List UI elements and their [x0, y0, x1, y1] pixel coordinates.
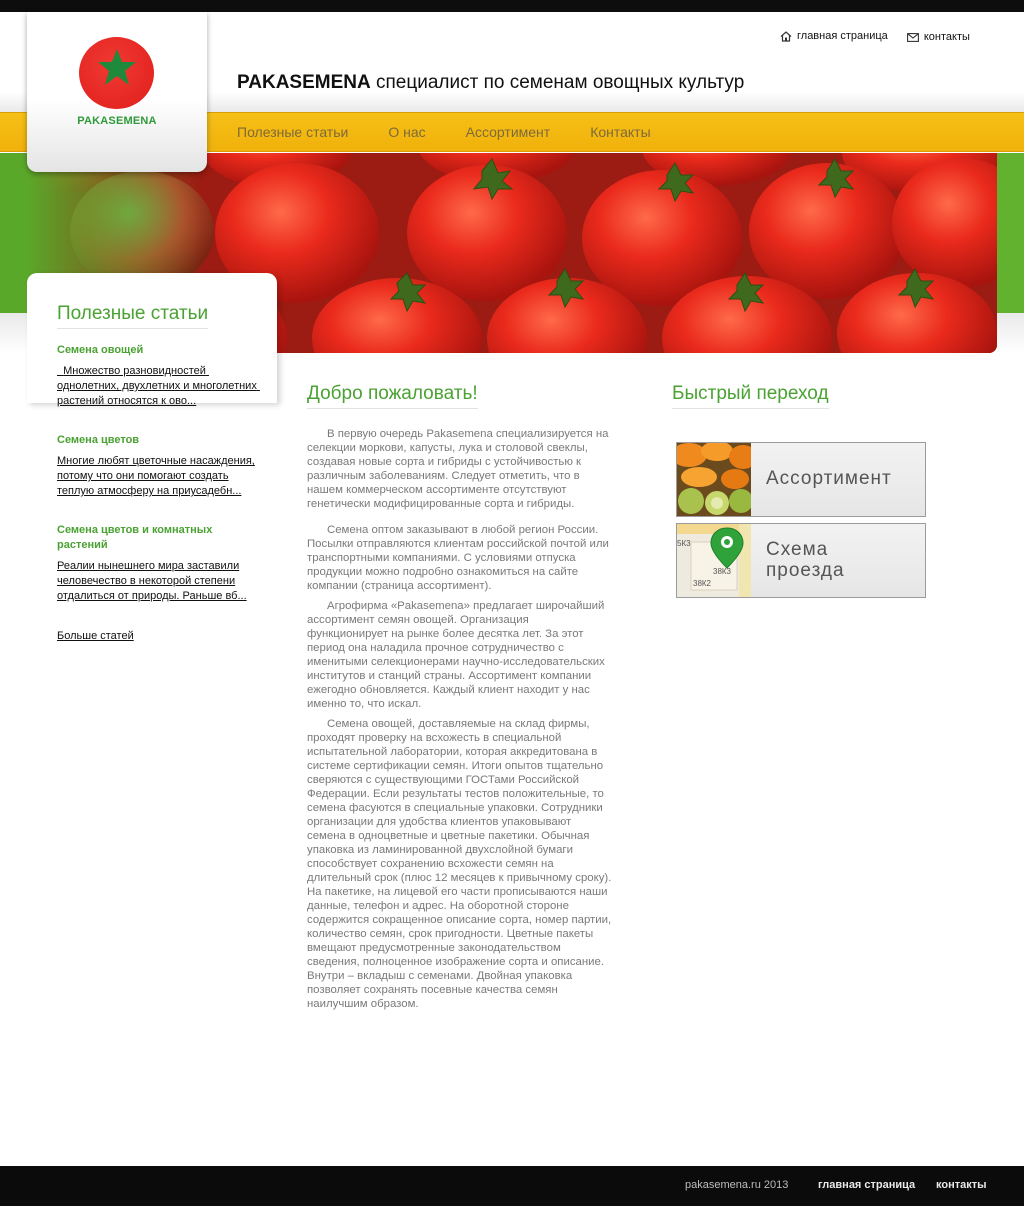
assortment-tile-label: Ассортимент — [766, 468, 892, 489]
article-title: Семена цветов — [57, 434, 140, 446]
welcome-title: Добро пожаловать! — [307, 383, 478, 409]
map-label: 38К2 — [693, 579, 712, 588]
route-tile-label-line1: Схема — [766, 539, 829, 560]
main-nav: Полезные статьи О нас Ассортимент Контак… — [237, 112, 691, 152]
tomato-logo-icon — [79, 37, 154, 109]
route-tile-label: Схема проезда — [766, 539, 845, 581]
logo-text: PAKASEMENA — [77, 115, 157, 127]
footer-contacts-link[interactable]: контакты — [936, 1179, 987, 1191]
article-link[interactable]: Множество разновидностей однолетних, дву… — [57, 364, 257, 409]
nav-item-assortment[interactable]: Ассортимент — [466, 124, 551, 140]
quick-links: Быстрый переход Ассортимент 5К3 38К3 38К… — [672, 383, 932, 598]
article-link[interactable]: Реалии нынешнего мира заставили человече… — [57, 559, 257, 604]
map-label: 38К3 — [713, 567, 732, 576]
sidebar: Полезные статьи Семена овощей Множество … — [57, 303, 257, 644]
paragraph: Агрофирма «Pakasemena» предлагает широча… — [307, 600, 605, 710]
paragraph: Семена овощей, доставляемые на склад фир… — [307, 718, 612, 1010]
contacts-link[interactable]: контакты — [906, 31, 970, 43]
article-title: Семена цветов и комнатных растений — [57, 524, 213, 551]
map-image: 5К3 38К3 38К2 — [677, 524, 751, 597]
paragraph: Семена оптом заказывают в любой регион Р… — [307, 524, 609, 592]
more-articles-link[interactable]: Больше статей — [57, 630, 134, 642]
sidebar-title: Полезные статьи — [57, 303, 209, 329]
contacts-link-label: контакты — [923, 31, 970, 43]
nav-item-articles[interactable]: Полезные статьи — [237, 124, 348, 140]
nav-item-contacts[interactable]: Контакты — [590, 124, 650, 140]
quick-links-title: Быстрый переход — [672, 383, 829, 409]
assortment-tile[interactable]: Ассортимент — [676, 442, 926, 517]
home-link-label: главная страница — [797, 30, 888, 42]
footer-home-link[interactable]: главная страница — [818, 1179, 915, 1191]
star-icon — [98, 49, 136, 85]
map-label: 5К3 — [677, 539, 691, 548]
article-item: Семена овощей Множество разновидностей о… — [57, 343, 257, 409]
home-icon — [780, 30, 792, 42]
article-title: Семена овощей — [57, 344, 144, 356]
mail-icon — [906, 32, 919, 42]
footer: pakasemena.ru 2013 главная страница конт… — [0, 1166, 1024, 1206]
paragraph: В первую очередь Pakasemena специализиру… — [307, 428, 609, 510]
top-dark-bar — [0, 0, 1024, 12]
logo[interactable]: PAKASEMENA — [27, 12, 207, 172]
brand-name: PAKASEMENA — [237, 72, 371, 93]
article-link[interactable]: Многие любят цветочные насаждения, потом… — [57, 454, 257, 499]
article-item: Семена цветов и комнатных растений Реали… — [57, 523, 257, 604]
top-links: главная страница контакты — [780, 30, 986, 45]
site-title: PAKASEMENA специалист по семенам овощных… — [237, 72, 744, 94]
tagline: специалист по семенам овощных культур — [376, 72, 745, 93]
home-link[interactable]: главная страница — [780, 30, 888, 42]
main-content: Добро пожаловать! В первую очередь Pakas… — [307, 383, 612, 1011]
footer-copyright: pakasemena.ru 2013 — [685, 1179, 789, 1191]
route-tile-label-line2: проезда — [766, 560, 845, 581]
article-item: Семена цветов Многие любят цветочные нас… — [57, 433, 257, 499]
route-map-tile[interactable]: 5К3 38К3 38К2 Схема проезда — [676, 523, 926, 598]
vegetables-image — [677, 443, 751, 516]
nav-item-about[interactable]: О нас — [388, 124, 425, 140]
